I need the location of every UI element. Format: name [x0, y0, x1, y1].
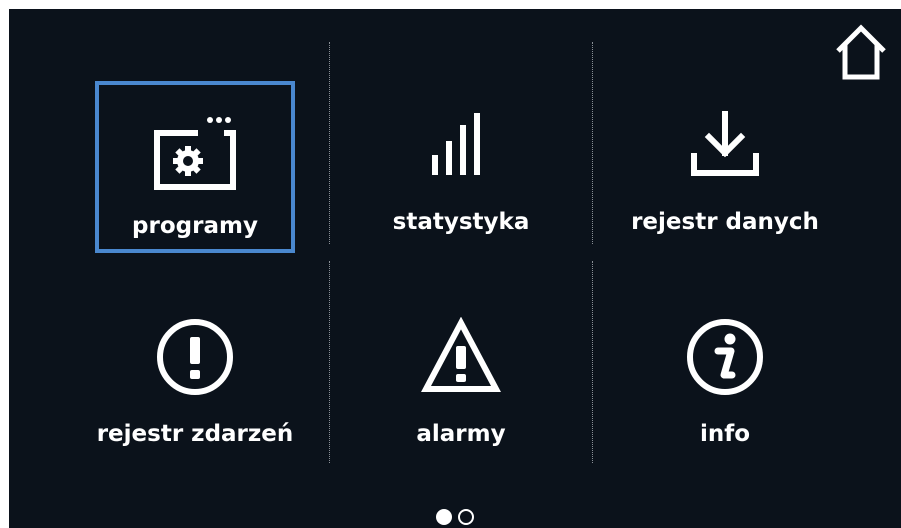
- tile-rejestr-zdarzen[interactable]: rejestr zdarzeń: [95, 299, 295, 471]
- page-dot[interactable]: [458, 509, 474, 525]
- warning-triangle-icon: [421, 317, 501, 397]
- info-icon: [685, 317, 765, 397]
- tile-label: rejestr zdarzeń: [96, 421, 294, 447]
- tile-programy[interactable]: programy: [95, 81, 295, 253]
- tile-label: rejestr danych: [631, 209, 819, 235]
- bar-chart-icon: [426, 111, 496, 181]
- menu-screen: programy statystyka rejestr danych rejes…: [9, 9, 901, 528]
- tile-label: statystyka: [392, 209, 530, 235]
- exclamation-circle-icon: [155, 317, 235, 397]
- tile-label: info: [699, 421, 751, 447]
- page-indicator: [9, 509, 901, 525]
- tile-rejestr-danych[interactable]: rejestr danych: [625, 81, 825, 253]
- home-icon: [836, 24, 886, 80]
- tile-statystyka[interactable]: statystyka: [361, 81, 561, 253]
- program-settings-icon: [150, 113, 240, 193]
- tile-alarmy[interactable]: alarmy: [361, 299, 561, 471]
- page-dot-active[interactable]: [436, 509, 452, 525]
- tile-label: alarmy: [416, 421, 506, 447]
- home-button[interactable]: [832, 23, 890, 81]
- download-icon: [690, 111, 760, 181]
- tile-label: programy: [132, 213, 258, 239]
- tile-info[interactable]: info: [625, 299, 825, 471]
